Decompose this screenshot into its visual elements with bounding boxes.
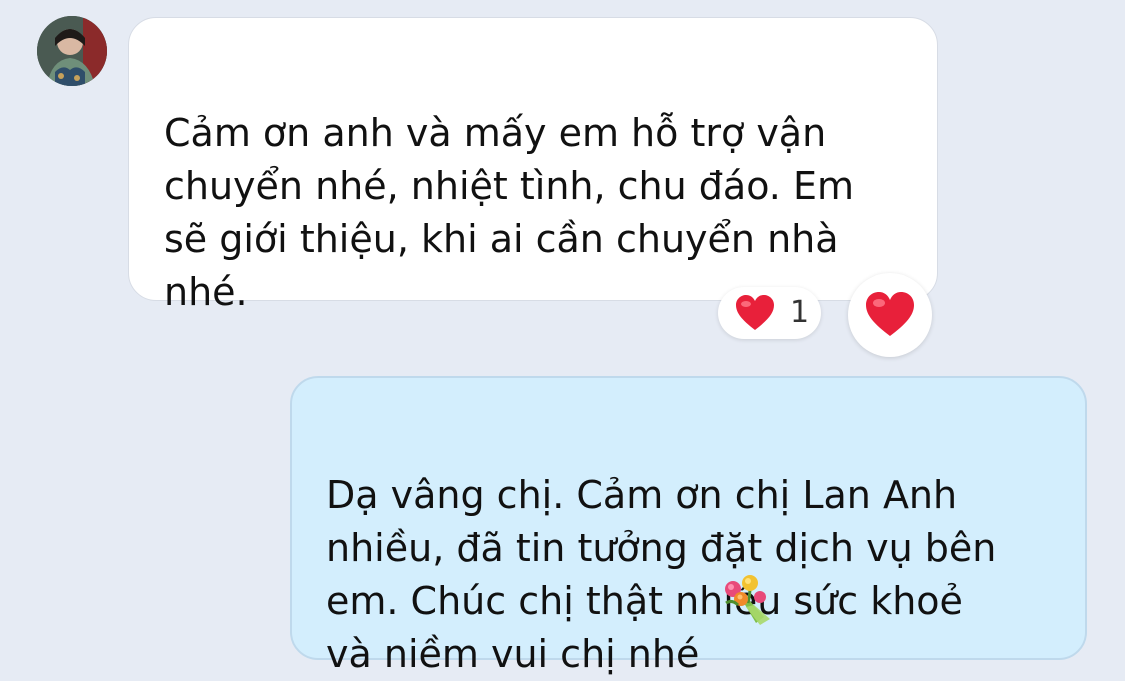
avatar[interactable] — [37, 16, 107, 86]
incoming-message-bubble[interactable]: Cảm ơn anh và mấy em hỗ trợ vận chuyển n… — [128, 17, 938, 314]
heart-icon — [864, 290, 916, 344]
incoming-message-text: Cảm ơn anh và mấy em hỗ trợ vận chuyển n… — [164, 111, 854, 314]
heart-icon — [734, 293, 776, 337]
add-reaction-button[interactable] — [848, 273, 932, 357]
outgoing-message-text: Dạ vâng chị. Cảm ơn chị Lan Anh nhiều, đ… — [326, 473, 997, 676]
outgoing-message-bubble[interactable]: Dạ vâng chị. Cảm ơn chị Lan Anh nhiều, đ… — [290, 376, 1087, 676]
reaction-summary[interactable]: 1 — [718, 287, 821, 339]
reaction-count: 1 — [790, 295, 810, 330]
bouquet-icon — [720, 573, 774, 631]
